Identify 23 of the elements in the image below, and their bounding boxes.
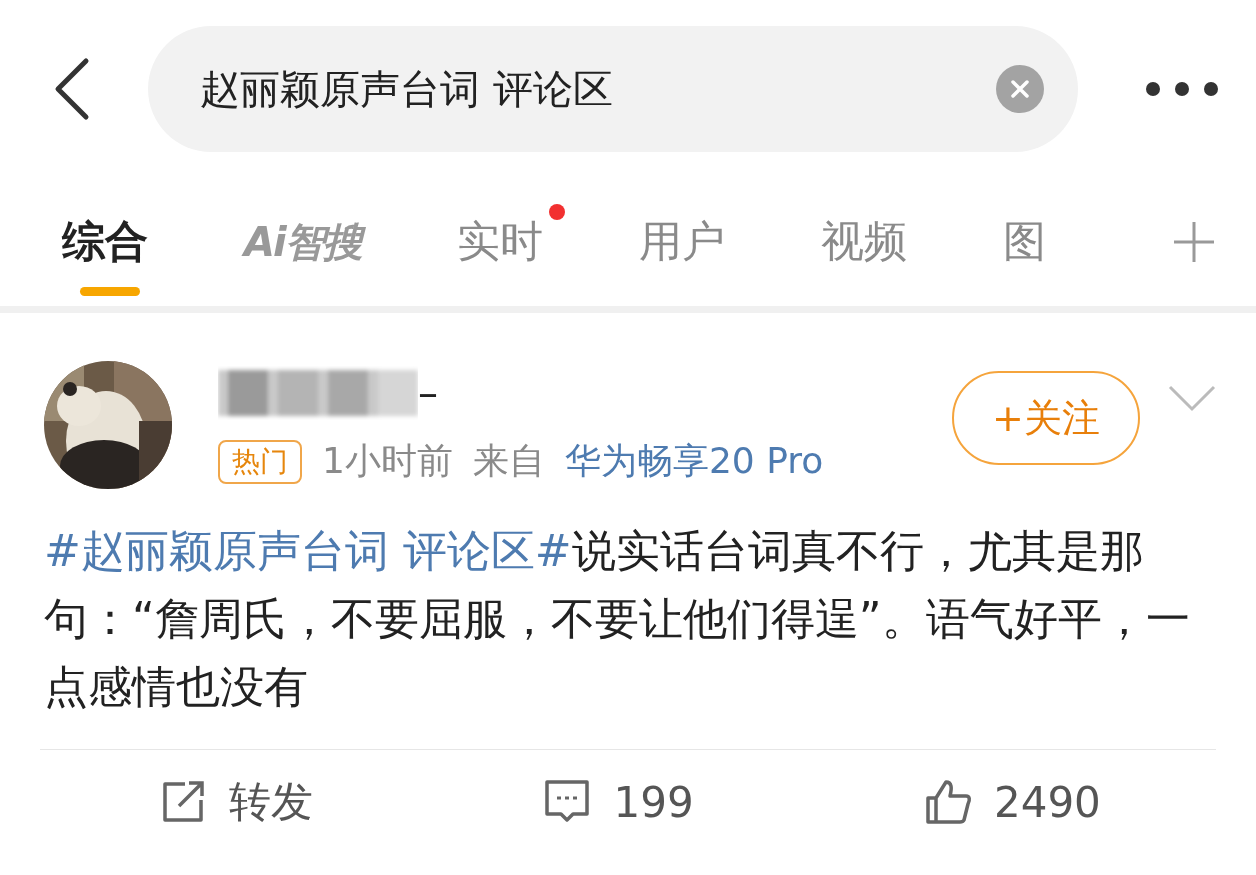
chevron-down-icon[interactable] <box>1168 385 1216 413</box>
thumbs-up-icon <box>923 778 972 826</box>
hashtag-link[interactable]: #赵丽颖原声台词 评论区# <box>44 525 572 576</box>
add-icon[interactable] <box>1172 220 1216 264</box>
source-label: 来自 <box>472 439 545 483</box>
hot-badge: 热门 <box>218 439 302 484</box>
post-time: 1小时前 <box>322 439 453 483</box>
more-icon[interactable] <box>1145 81 1219 97</box>
tab-indicator <box>80 287 140 296</box>
action-button[interactable]: 199 <box>523 766 714 838</box>
device-link[interactable]: 华为畅享20 Pro <box>564 437 824 486</box>
post-text: #赵丽颖原声台词 评论区#说实话台词真不行，尤其是那句：“詹周氏，不要屈服，不要让他们得逞”。语气好平，一点感情也没有 <box>44 524 1191 714</box>
tab[interactable]: 图 <box>1002 213 1046 271</box>
clear-icon[interactable] <box>996 65 1044 113</box>
follow-button[interactable]: +关注 <box>952 371 1140 465</box>
tab[interactable]: 实时 <box>456 213 543 271</box>
tab[interactable]: 视频 <box>820 213 907 271</box>
tab[interactable]: 用户 <box>638 213 725 271</box>
search-field[interactable]: 赵丽颖原声台词 评论区 <box>148 26 1078 152</box>
tab[interactable]: 综合 <box>62 213 148 271</box>
username: – <box>418 370 438 416</box>
action-button[interactable]: 2490 <box>903 766 1121 838</box>
action-button[interactable]: 转发 <box>139 766 334 838</box>
